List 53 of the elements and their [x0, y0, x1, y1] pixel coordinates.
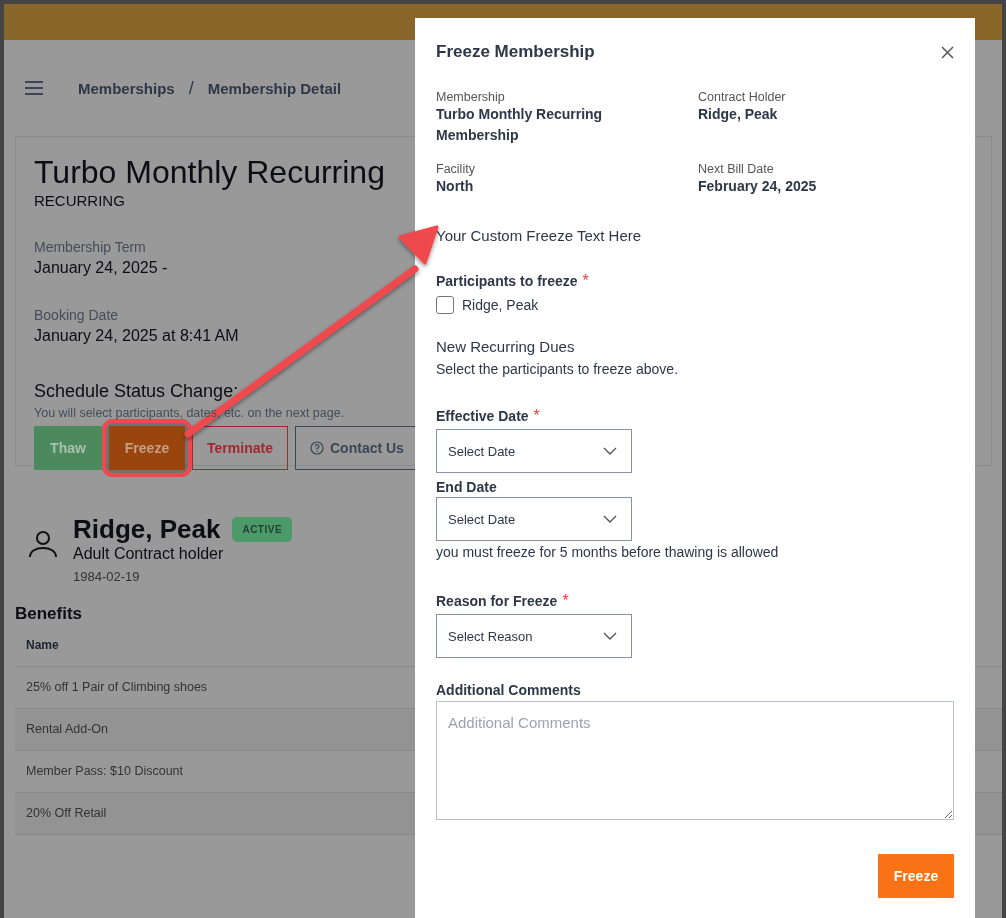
member-name: Ridge, Peak — [73, 514, 221, 545]
breadcrumb-link[interactable]: Memberships — [78, 79, 175, 97]
detail-value: February 24, 2025 — [698, 177, 818, 196]
person-icon — [27, 528, 59, 560]
select-field[interactable]: Select Date — [436, 497, 632, 541]
required-mark: * — [582, 272, 589, 290]
membership-type: RECURRING — [34, 192, 125, 210]
status-badge: ACTIVE — [232, 517, 293, 542]
chevron-down-icon — [603, 447, 617, 455]
required-mark: * — [562, 592, 569, 610]
field-value: January 24, 2025 - — [34, 259, 168, 278]
freeze-button[interactable]: Freeze — [878, 854, 954, 898]
breadcrumb-separator: / — [188, 77, 194, 99]
field-label: End Date — [436, 479, 497, 495]
detail-value: Ridge, Peak — [698, 105, 779, 124]
close-icon[interactable] — [941, 45, 954, 59]
field-label: Additional Comments — [436, 682, 582, 698]
chevron-down-icon — [603, 632, 617, 640]
section-heading: Schedule Status Change: — [34, 381, 239, 403]
checkbox[interactable] — [436, 296, 454, 314]
custom-text: Your Custom Freeze Text Here — [436, 227, 643, 244]
menu-icon[interactable] — [24, 81, 44, 95]
chevron-down-icon — [603, 515, 617, 523]
breadcrumb-link[interactable]: Membership Detail — [207, 79, 342, 97]
section-heading: Benefits — [15, 604, 84, 624]
field-label: Membership Term — [34, 239, 146, 256]
checkbox-label: Ridge, Peak — [462, 297, 539, 313]
membership-title: Turbo Monthly Recurring — [34, 155, 385, 191]
status-button[interactable]: Thaw — [34, 426, 102, 471]
status-button[interactable]: Freeze — [109, 426, 185, 471]
status-button[interactable]: Terminate — [192, 426, 288, 471]
field-label: Booking Date — [34, 307, 119, 324]
section-heading: New Recurring Dues — [436, 338, 576, 355]
select-field[interactable]: Select Date — [436, 429, 632, 473]
detail-value: North — [436, 177, 475, 196]
help-icon — [310, 441, 324, 456]
detail-value: Turbo Monthly Recurring Membership — [436, 105, 604, 145]
member-role: Adult Contract holder — [73, 545, 225, 563]
hint-text: you must freeze for 5 months before thawing is allowed — [436, 544, 780, 560]
field-label: Effective Date — [436, 408, 529, 424]
dialog-title: Freeze Membership — [436, 42, 595, 62]
comments-field[interactable]: Additional Comments — [436, 701, 954, 820]
select-field[interactable]: Select Reason — [436, 614, 632, 658]
birth-date: 1984-02-19 — [73, 569, 141, 584]
hint-text: Select the participants to freeze above. — [436, 361, 680, 377]
field-label: Participants to freeze — [436, 273, 578, 289]
detail-label: Contract Holder — [698, 90, 787, 104]
field-label: Reason for Freeze — [436, 593, 558, 609]
required-mark: * — [533, 407, 540, 425]
detail-label: Next Bill Date — [698, 162, 775, 176]
detail-label: Membership — [436, 90, 506, 104]
field-value: January 24, 2025 at 8:41 AM — [34, 327, 239, 346]
detail-label: Facility — [436, 162, 476, 176]
